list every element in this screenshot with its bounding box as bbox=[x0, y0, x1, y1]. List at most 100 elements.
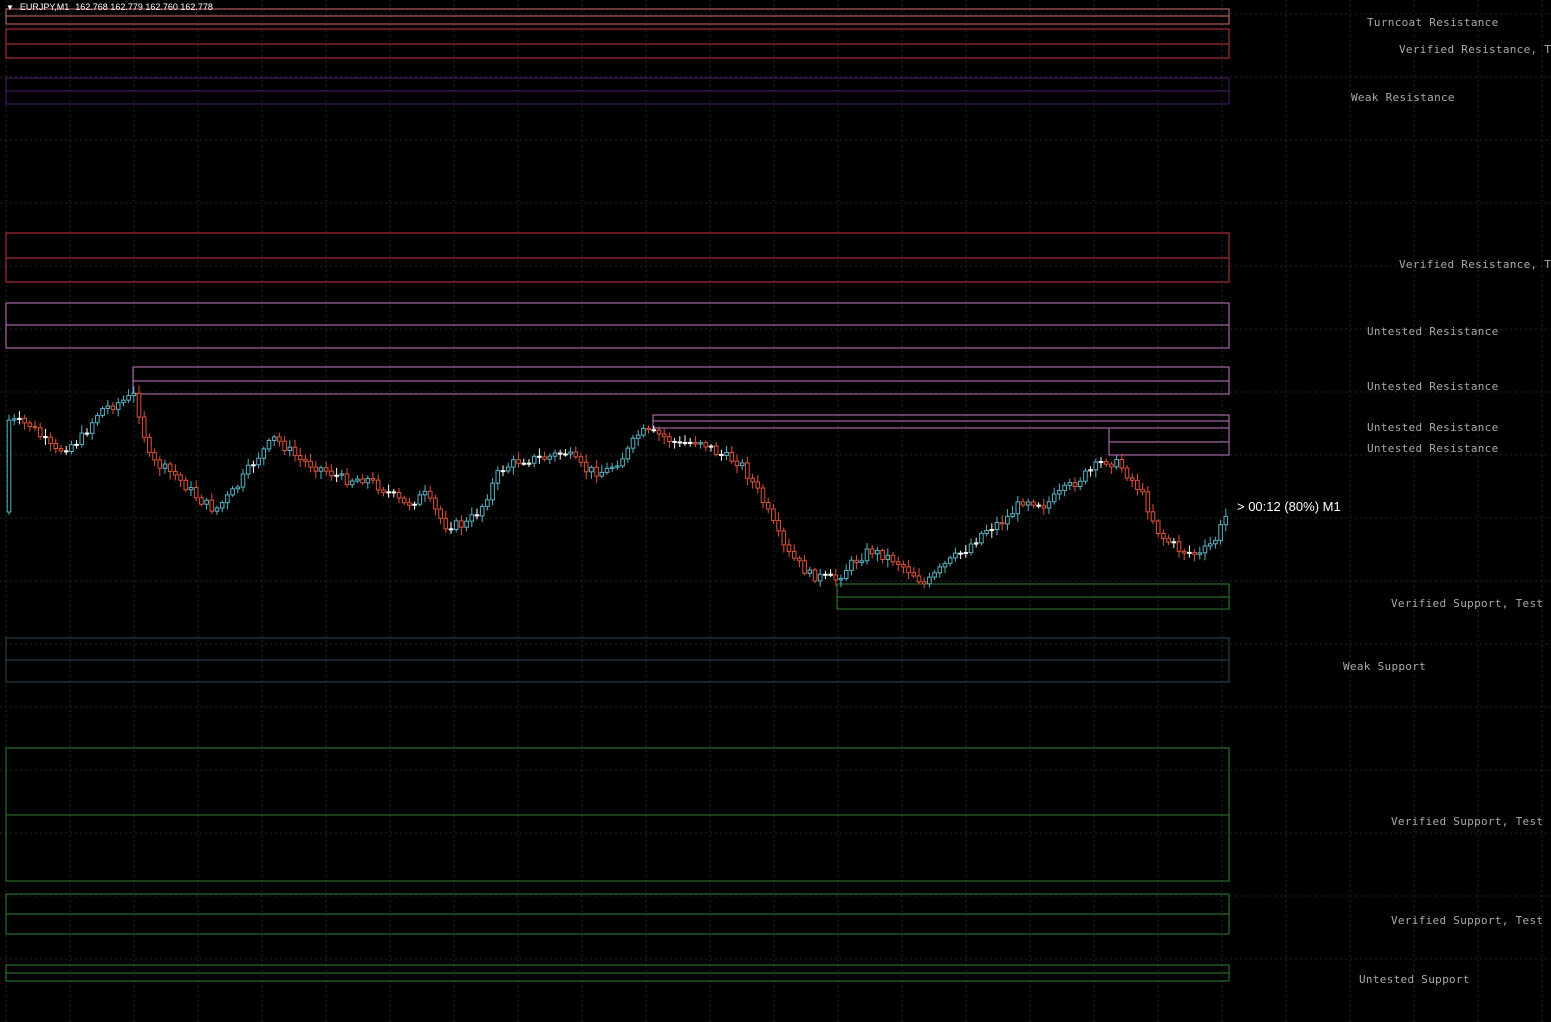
candle-body bbox=[599, 471, 605, 477]
candle-body bbox=[427, 490, 433, 499]
candle-body bbox=[973, 542, 979, 545]
candle-body bbox=[875, 549, 880, 555]
candle-body bbox=[360, 478, 365, 484]
zone-label: Turncoat Resistance bbox=[1367, 16, 1499, 29]
zone-verified-sup bbox=[5, 747, 1230, 816]
candle-body bbox=[407, 502, 412, 506]
candle-body bbox=[989, 528, 995, 532]
candle-body bbox=[214, 507, 220, 512]
candle-body bbox=[167, 463, 173, 473]
candle-body bbox=[573, 451, 579, 458]
candle-body bbox=[469, 514, 475, 522]
candle-body bbox=[999, 522, 1005, 525]
candle-body bbox=[448, 528, 454, 531]
zone-label: Untested Resistance bbox=[1367, 442, 1499, 455]
candle-body bbox=[287, 446, 293, 452]
collapse-triangle-icon[interactable]: ▼ bbox=[6, 3, 14, 12]
candle-body bbox=[906, 566, 911, 574]
candle-body bbox=[329, 470, 334, 477]
candle-body bbox=[53, 442, 59, 450]
candle-body bbox=[334, 474, 339, 477]
candle-body bbox=[1114, 459, 1119, 468]
candle-body bbox=[349, 480, 355, 486]
candle-body bbox=[750, 477, 755, 483]
candle-body bbox=[1181, 550, 1187, 554]
candle-body bbox=[235, 486, 241, 490]
candle-body bbox=[183, 479, 189, 491]
candle-body bbox=[1135, 479, 1140, 490]
candle-body bbox=[1161, 532, 1166, 539]
candle-body bbox=[646, 427, 651, 431]
candle-body bbox=[594, 466, 599, 477]
candle-body bbox=[1171, 541, 1177, 544]
candle-body bbox=[313, 466, 319, 472]
candle-body bbox=[1213, 539, 1218, 545]
quote-values: 162.768 162.779 162.760 162.778 bbox=[75, 2, 213, 12]
candle-body bbox=[625, 447, 631, 460]
candle-body bbox=[817, 573, 823, 582]
candle-body bbox=[339, 473, 345, 476]
candle-body bbox=[22, 417, 27, 424]
candle-body bbox=[1166, 537, 1171, 543]
candle-body bbox=[739, 462, 745, 467]
candle-body bbox=[1202, 545, 1208, 554]
candle-body bbox=[48, 436, 53, 444]
candle-body bbox=[505, 466, 511, 472]
candle-body bbox=[552, 452, 558, 457]
bar-timer: > 00:12 (80%) M1 bbox=[1237, 499, 1341, 514]
candle-body bbox=[422, 490, 428, 496]
candle-body bbox=[412, 503, 417, 506]
zone-label: Verified Support, Test bbox=[1391, 815, 1544, 828]
zone-turncoat bbox=[5, 15, 1230, 25]
candle-body bbox=[895, 561, 901, 565]
candle-body bbox=[547, 455, 553, 460]
candle-body bbox=[1129, 477, 1135, 481]
candle-body bbox=[1218, 524, 1223, 541]
candle-body bbox=[687, 441, 693, 444]
candle-body bbox=[745, 462, 750, 479]
candle-body bbox=[443, 517, 449, 530]
candle-body bbox=[583, 461, 589, 473]
candle-body bbox=[271, 436, 277, 441]
zone-verified-sup bbox=[5, 814, 1230, 882]
zone-label: Verified Resistance, T bbox=[1399, 258, 1551, 271]
candle-body bbox=[303, 459, 308, 462]
candle-body bbox=[297, 455, 303, 461]
candle-body bbox=[209, 499, 215, 512]
candle-body bbox=[1124, 467, 1130, 479]
candle-body bbox=[698, 442, 703, 445]
candle-body bbox=[927, 576, 932, 585]
candle-body bbox=[225, 494, 230, 504]
candle-body bbox=[162, 463, 168, 469]
candle-body bbox=[890, 554, 896, 563]
candle-body bbox=[916, 575, 922, 583]
candle-body bbox=[511, 459, 516, 468]
candle-body bbox=[495, 470, 501, 484]
candle-body bbox=[308, 460, 313, 468]
candle-body bbox=[677, 441, 683, 444]
candle-body bbox=[651, 429, 657, 432]
candle-body bbox=[869, 548, 875, 555]
candle-body bbox=[256, 457, 261, 466]
candle-body bbox=[110, 405, 116, 410]
candle-body bbox=[979, 532, 984, 544]
candle-body bbox=[823, 573, 828, 576]
candle-body bbox=[812, 569, 818, 582]
candle-body bbox=[1072, 482, 1078, 488]
sr-zones bbox=[5, 8, 1230, 982]
candle-body bbox=[557, 452, 563, 455]
candle-body bbox=[713, 445, 719, 455]
candle-body bbox=[1223, 515, 1229, 526]
zone-untested-res bbox=[132, 366, 1230, 382]
candle-body bbox=[937, 566, 943, 574]
candle-body bbox=[849, 559, 854, 571]
candle-body bbox=[188, 487, 194, 491]
candle-body bbox=[786, 544, 792, 552]
candle-body bbox=[199, 497, 204, 505]
candle-body bbox=[630, 437, 636, 449]
candle-body bbox=[958, 552, 963, 555]
candle-body bbox=[131, 392, 137, 397]
candle-body bbox=[79, 432, 85, 445]
candle-body bbox=[396, 491, 402, 499]
candle-body bbox=[1046, 501, 1052, 509]
